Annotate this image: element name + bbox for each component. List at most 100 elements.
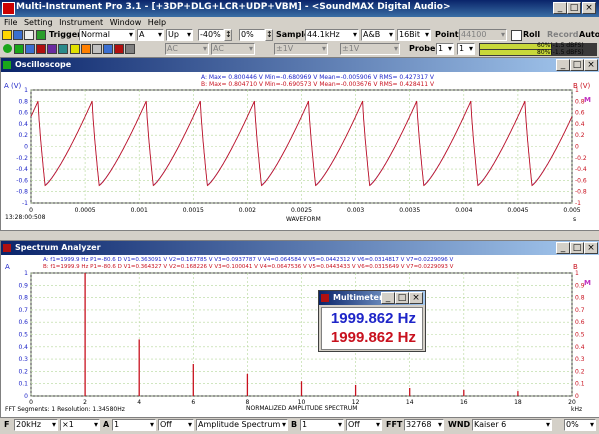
- osc-minimize-button[interactable]: _: [556, 59, 570, 71]
- open-icon[interactable]: [2, 30, 12, 40]
- record-icon[interactable]: [114, 44, 124, 54]
- osc-x-tick-label: 0.005: [563, 207, 580, 214]
- record-button[interactable]: Record: [547, 29, 579, 41]
- freq-range-select[interactable]: 20kHz: [14, 419, 58, 431]
- mm-close-button[interactable]: ×: [409, 292, 423, 304]
- trigger-delay-input[interactable]: 0%: [239, 29, 265, 41]
- multimeter-window[interactable]: Multimeter _ □ × 1999.862 Hz 1999.862 Hz: [318, 290, 426, 352]
- osc-y-tick-label-b: -1: [575, 200, 581, 207]
- spec-y-tick-label-b: 0.3: [575, 356, 585, 363]
- spec-y-tick-label-a: 0.3: [18, 356, 28, 363]
- spec-y-tick-label-b: 0.8: [575, 295, 585, 302]
- osc-y-tick-label-a: -0.2: [16, 155, 28, 162]
- osc-y-tick-label-a: -0.6: [16, 177, 28, 184]
- osc-y-tick-label-b: 0.4: [575, 121, 585, 128]
- probe-a-select[interactable]: 1: [436, 43, 454, 55]
- maximize-button[interactable]: □: [567, 2, 581, 14]
- bit-depth-select[interactable]: 16Bit: [397, 29, 431, 41]
- start-icon[interactable]: [3, 44, 12, 53]
- window-function-select[interactable]: Kaiser 6: [472, 419, 552, 431]
- range-a-select[interactable]: ±1V: [274, 43, 328, 55]
- meter-icon[interactable]: [70, 44, 80, 54]
- coupling-b-select[interactable]: AC: [211, 43, 255, 55]
- probe-b-select[interactable]: 1: [457, 43, 475, 55]
- spec-y-tick-label-b: 0.1: [575, 381, 585, 388]
- menu-window[interactable]: Window: [110, 17, 142, 28]
- osc-y-tick-label-b: 0: [575, 144, 579, 151]
- menu-help[interactable]: Help: [148, 17, 166, 28]
- spec-x-tick-label: 16: [460, 399, 468, 406]
- run-icon[interactable]: [36, 30, 46, 40]
- spec-maximize-button[interactable]: □: [570, 242, 584, 254]
- osc-y-tick-label-a: 0.6: [18, 110, 28, 117]
- fft-label: FFT: [386, 420, 403, 429]
- osc-close-button[interactable]: ×: [584, 59, 598, 71]
- overlap-select[interactable]: 0%: [564, 419, 596, 431]
- a-off-select[interactable]: Off: [158, 419, 194, 431]
- channel-mode-select[interactable]: A&B: [361, 29, 395, 41]
- spec-x-tick-label: 18: [514, 399, 522, 406]
- b-off-select[interactable]: Off: [346, 419, 382, 431]
- mm-maximize-button[interactable]: □: [395, 292, 409, 304]
- calibration-icon[interactable]: [103, 44, 113, 54]
- save-icon[interactable]: [13, 30, 23, 40]
- point-select[interactable]: 44100: [459, 29, 507, 41]
- spectrum-plot[interactable]: 0 2 4 6 8 10 12 14 16 18 20 1 1 0.9 0.9 0.8 0.8 0.7 0.7 0.6…: [1, 255, 599, 415]
- osc-x-tick-label: 0.0005: [75, 207, 96, 214]
- logger-icon[interactable]: [92, 44, 102, 54]
- spec-y-tick-label-a: 0.8: [18, 295, 28, 302]
- osc-maximize-button[interactable]: □: [570, 59, 584, 71]
- trigger-mode-select[interactable]: Normal: [79, 29, 135, 41]
- osc-x-tick-label: 0.0045: [507, 207, 528, 214]
- menu-setting[interactable]: Setting: [24, 17, 53, 28]
- fft-size-select[interactable]: 32768: [404, 419, 444, 431]
- spectrum-icon[interactable]: [36, 44, 46, 54]
- zoom-select[interactable]: ×1: [60, 419, 100, 431]
- trigger-level-spinner[interactable]: ↕: [224, 29, 232, 41]
- osc-y-tick-label-a: 0.8: [18, 98, 28, 105]
- osc-x-tick-label: 0.0025: [291, 207, 312, 214]
- print-icon[interactable]: [24, 30, 34, 40]
- level-text-b: 80%(-1.5 dBFS): [537, 49, 584, 56]
- trigger-level-input[interactable]: -40%: [198, 29, 224, 41]
- a-scale-select[interactable]: 1: [112, 419, 156, 431]
- oscilloscope-plot[interactable]: 0 0.0005 0.001 0.0015 0.002 0.0025 0.003 0.0035…: [1, 72, 599, 230]
- auto-button[interactable]: Auto: [579, 29, 599, 41]
- sample-rate-select[interactable]: 44.1kHz: [305, 29, 359, 41]
- phase-icon[interactable]: [47, 44, 57, 54]
- spec-close-button[interactable]: ×: [584, 242, 598, 254]
- trigger-channel-select[interactable]: A: [137, 29, 164, 41]
- range-b-select[interactable]: ±1V: [340, 43, 400, 55]
- spec-y-tick-label-b: 0.7: [575, 307, 585, 314]
- osc-y-tick-label-b: -0.4: [575, 166, 587, 173]
- stop-icon[interactable]: [14, 44, 24, 54]
- analysis-mode-select[interactable]: Amplitude Spectrum: [196, 419, 288, 431]
- minimize-button[interactable]: _: [553, 2, 567, 14]
- freq-label: F: [4, 420, 10, 429]
- spec-y-tick-label-a: 0.9: [18, 282, 28, 289]
- oscilloscope-title: Oscilloscope: [1, 58, 599, 72]
- app-icon[interactable]: [2, 2, 15, 15]
- multimeter-reading-b: 1999.862 Hz: [330, 329, 416, 346]
- menu-instrument[interactable]: Instrument: [59, 17, 103, 28]
- roll-label: Roll: [523, 30, 541, 39]
- close-button[interactable]: ×: [582, 2, 596, 14]
- mm-minimize-button[interactable]: _: [381, 292, 395, 304]
- roll-checkbox[interactable]: [511, 30, 522, 41]
- generator-icon[interactable]: [81, 44, 91, 54]
- spectrogram-icon[interactable]: [58, 44, 68, 54]
- scope-icon[interactable]: [25, 44, 35, 54]
- window-title: Multi-Instrument Pro 3.1 - [+3DP+DLG+LCR…: [16, 2, 451, 12]
- osc-y-tick-label-a: 0.2: [18, 132, 28, 139]
- trigger-edge-select[interactable]: Up: [166, 29, 193, 41]
- b-scale-select[interactable]: 1: [300, 419, 344, 431]
- spec-minimize-button[interactable]: _: [556, 242, 570, 254]
- menu-file[interactable]: File: [4, 17, 17, 28]
- bottom-toolbar: F 20kHz ×1 A 1 Off Amplitude Spectrum B …: [0, 418, 599, 433]
- osc-x-tick-label: 0.003: [347, 207, 364, 214]
- trigger-delay-spinner[interactable]: ↕: [265, 29, 273, 41]
- coupling-a-select[interactable]: AC: [165, 43, 209, 55]
- settings-icon[interactable]: [125, 44, 135, 54]
- point-label: Point: [435, 30, 459, 39]
- osc-y-tick-label-b: -0.6: [575, 177, 587, 184]
